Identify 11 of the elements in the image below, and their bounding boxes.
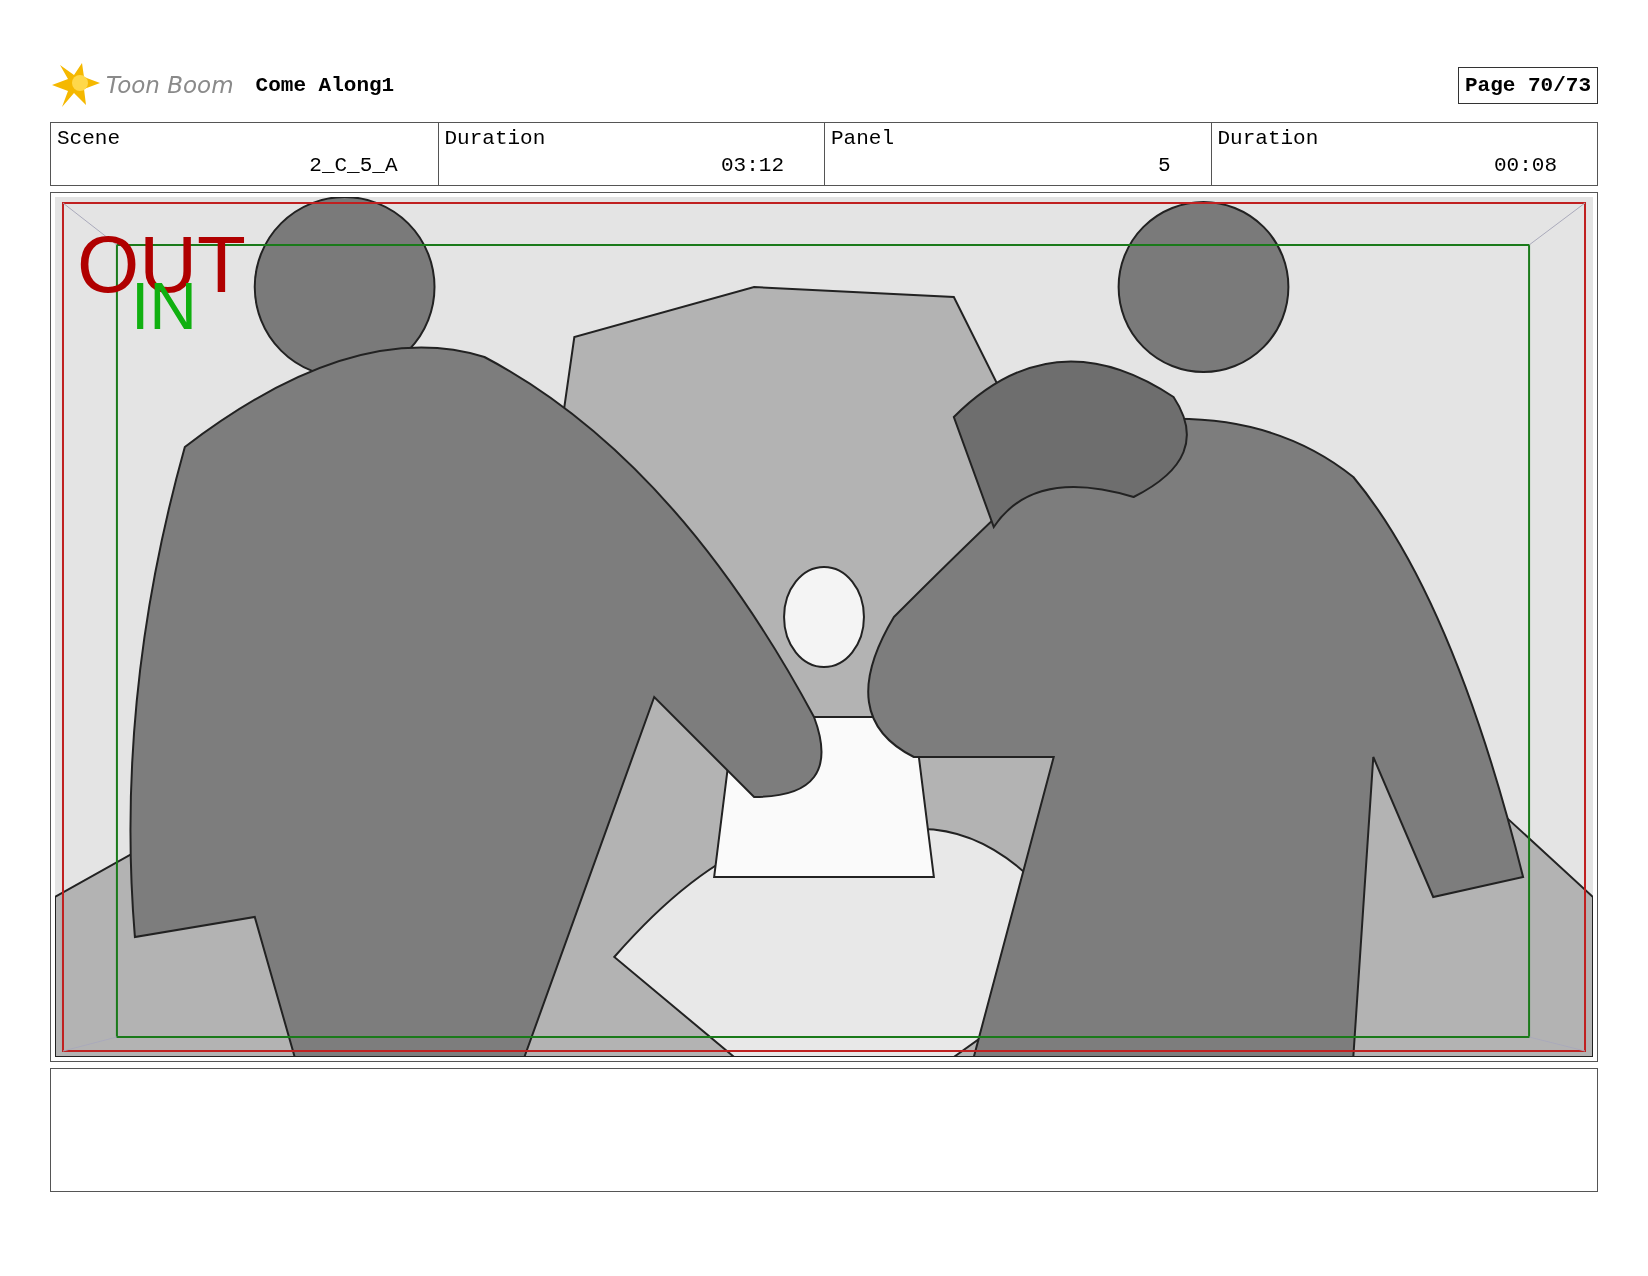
brand-name: Toon Boom xyxy=(106,72,234,98)
field-label: Panel xyxy=(831,127,895,150)
field-label: Duration xyxy=(1217,127,1320,150)
field-value: 2_C_5_A xyxy=(309,154,398,177)
field-value: 03:12 xyxy=(721,154,784,177)
field-value: 5 xyxy=(1157,154,1171,177)
page-number: Page 70/73 xyxy=(1457,66,1598,104)
field-label: Scene xyxy=(57,127,121,150)
storyboard-title: Come Along1 xyxy=(255,73,395,97)
field-value: 00:08 xyxy=(1494,154,1557,177)
field-label: Duration xyxy=(444,127,547,150)
